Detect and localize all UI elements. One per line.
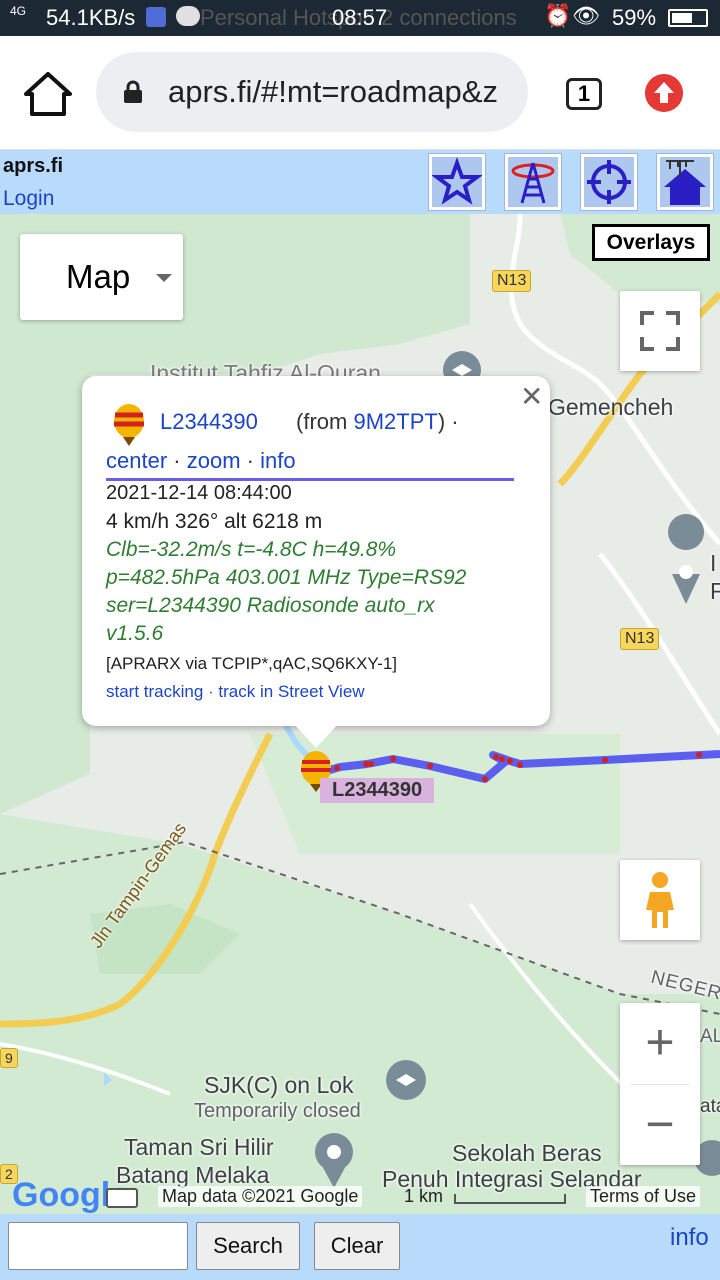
balloon-icon — [114, 404, 144, 446]
popup-header: L2344390 (from 9M2TPT) · — [106, 404, 526, 450]
site-header: aprs.fi Login — [0, 150, 720, 214]
status-time: 08:57 — [332, 5, 388, 30]
popup-comment-line-1: Clb=-32.2m/s t=-4.8C h=49.8% — [106, 538, 397, 561]
place-label-sjk: SJK(C) on Lok — [204, 1072, 354, 1098]
station-info-popup: ✕ L2344390 (from 9M2TPT) · center · zoom… — [82, 376, 550, 748]
chevron-down-icon — [156, 274, 172, 282]
battery-icon — [668, 9, 708, 27]
url-text: aprs.fi/#!mt=roadmap&z — [168, 74, 498, 109]
zoom-link[interactable]: zoom — [187, 448, 241, 473]
tab-switcher-button[interactable]: 1 — [566, 78, 602, 110]
address-bar[interactable]: aprs.fi/#!mt=roadmap&z — [96, 52, 528, 132]
link-sep-2: · — [240, 448, 261, 473]
popup-path: [APRARX via TCPIP*,qAC,SQ6KXY-1] — [106, 654, 398, 673]
popup-links: center · zoom · info — [106, 448, 296, 474]
popup-comment-line-3: ser=L2344390 Radiosonde auto_rx — [106, 594, 435, 617]
scale-label[interactable]: 1 km — [400, 1186, 447, 1207]
signal-icon: 4G — [10, 4, 27, 18]
map-attribution-bar: Google Map data ©2021 Google 1 km Terms … — [0, 1176, 720, 1214]
link-sep-1: · — [167, 448, 187, 473]
from-suffix: ) · — [437, 409, 459, 434]
browser-toolbar: aprs.fi/#!mt=roadmap&z 1 — [0, 36, 720, 150]
locate-button[interactable] — [580, 153, 638, 211]
pegman-icon — [646, 872, 674, 928]
popup-divider — [106, 478, 514, 481]
terms-of-use-link[interactable]: Terms of Use — [586, 1186, 701, 1207]
zoom-out-button[interactable]: − — [620, 1085, 700, 1165]
crosshair-icon — [584, 157, 634, 207]
chat-notification-icon — [176, 6, 200, 26]
radio-tower-icon — [508, 157, 558, 207]
popup-comment-line-4: v1.5.6 — [106, 622, 164, 645]
search-input[interactable] — [8, 1222, 188, 1270]
bottom-search-bar: Search Clear info — [0, 1214, 720, 1280]
search-button[interactable]: Search — [196, 1222, 300, 1270]
place-label-gemencheh: Gemencheh — [548, 394, 674, 420]
zoom-control: + − — [620, 1003, 700, 1165]
place-label-sekolah-1: Sekolah Beras — [452, 1140, 602, 1166]
network-rate: 54.1KB/s — [46, 5, 136, 30]
update-icon[interactable] — [645, 74, 683, 112]
house-antenna-icon — [660, 157, 710, 207]
map-data-attribution[interactable]: Map data ©2021 Google — [158, 1186, 363, 1207]
popup-from: (from 9M2TPT) · — [296, 409, 459, 435]
road-label-left-9: 9 — [0, 1048, 18, 1068]
zoom-in-button[interactable]: + — [620, 1003, 700, 1083]
fullscreen-icon — [640, 311, 680, 351]
star-icon — [432, 157, 482, 207]
street-view-pegman[interactable] — [620, 860, 700, 940]
tower-button[interactable] — [504, 153, 562, 211]
battery-percent: 59% — [612, 5, 657, 30]
road-label-n13-top: N13 — [492, 270, 532, 292]
site-brand[interactable]: aprs.fi — [3, 155, 63, 178]
place-label-right-f: F — [710, 578, 720, 604]
place-label-temp-closed: Temporarily closed — [194, 1100, 361, 1122]
login-link[interactable]: Login — [3, 187, 54, 211]
popup-tip — [294, 724, 338, 748]
fullscreen-button[interactable] — [620, 291, 700, 371]
poi-pin-right[interactable] — [668, 514, 705, 604]
map-type-label: Map — [66, 258, 131, 295]
popup-comment-line-2: p=482.5hPa 403.001 MHz Type=RS92 — [106, 566, 467, 589]
school-pin-sjk[interactable] — [386, 1060, 426, 1100]
home-icon[interactable] — [22, 70, 74, 118]
keyboard-shortcuts-icon[interactable] — [106, 1188, 138, 1208]
eye-comfort-icon: 👁 — [572, 3, 600, 28]
popup-callsign-link[interactable]: L2344390 — [160, 409, 258, 435]
home-station-button[interactable] — [656, 153, 714, 211]
clear-button[interactable]: Clear — [314, 1222, 400, 1270]
screen: { "status": { "signal": "4G", "rate": "5… — [0, 0, 720, 1280]
overlays-button[interactable]: Overlays — [592, 224, 710, 261]
action-sep: · — [203, 682, 219, 701]
street-view-link[interactable]: track in Street View — [218, 682, 364, 701]
info-link-bottom[interactable]: info — [670, 1224, 709, 1252]
area-label-al: AL — [700, 1026, 720, 1047]
lock-icon — [124, 80, 142, 103]
road-label-n13-mid: N13 — [620, 628, 660, 650]
from-prefix: (from — [296, 409, 348, 434]
place-label-taman-1: Taman Sri Hilir — [124, 1134, 274, 1160]
station-label[interactable]: L2344390 — [320, 778, 435, 803]
map-type-dropdown[interactable]: Map — [20, 234, 183, 320]
place-label-ata: ata — [700, 1096, 720, 1117]
favorites-button[interactable] — [428, 153, 486, 211]
center-link[interactable]: center — [106, 448, 167, 473]
place-label-right-i: I — [710, 550, 717, 576]
start-tracking-link[interactable]: start tracking — [106, 682, 203, 701]
popup-datetime: 2021-12-14 08:44:00 — [106, 482, 292, 504]
status-bar: 4G 54.1KB/s Personal Hotspot: 2 connecti… — [0, 0, 720, 36]
popup-actions: start tracking · track in Street View — [106, 682, 365, 702]
alarm-icon: ⏰ — [544, 3, 572, 28]
app-notification-icon — [146, 7, 166, 27]
popup-motion: 4 km/h 326° alt 6218 m — [106, 510, 323, 533]
info-link[interactable]: info — [260, 448, 295, 473]
from-callsign-link[interactable]: 9M2TPT — [353, 409, 437, 434]
map-canvas[interactable]: Map Overlays N13 N13 Institut Tahfiz Al-… — [0, 214, 720, 1214]
scale-bar — [454, 1194, 566, 1204]
